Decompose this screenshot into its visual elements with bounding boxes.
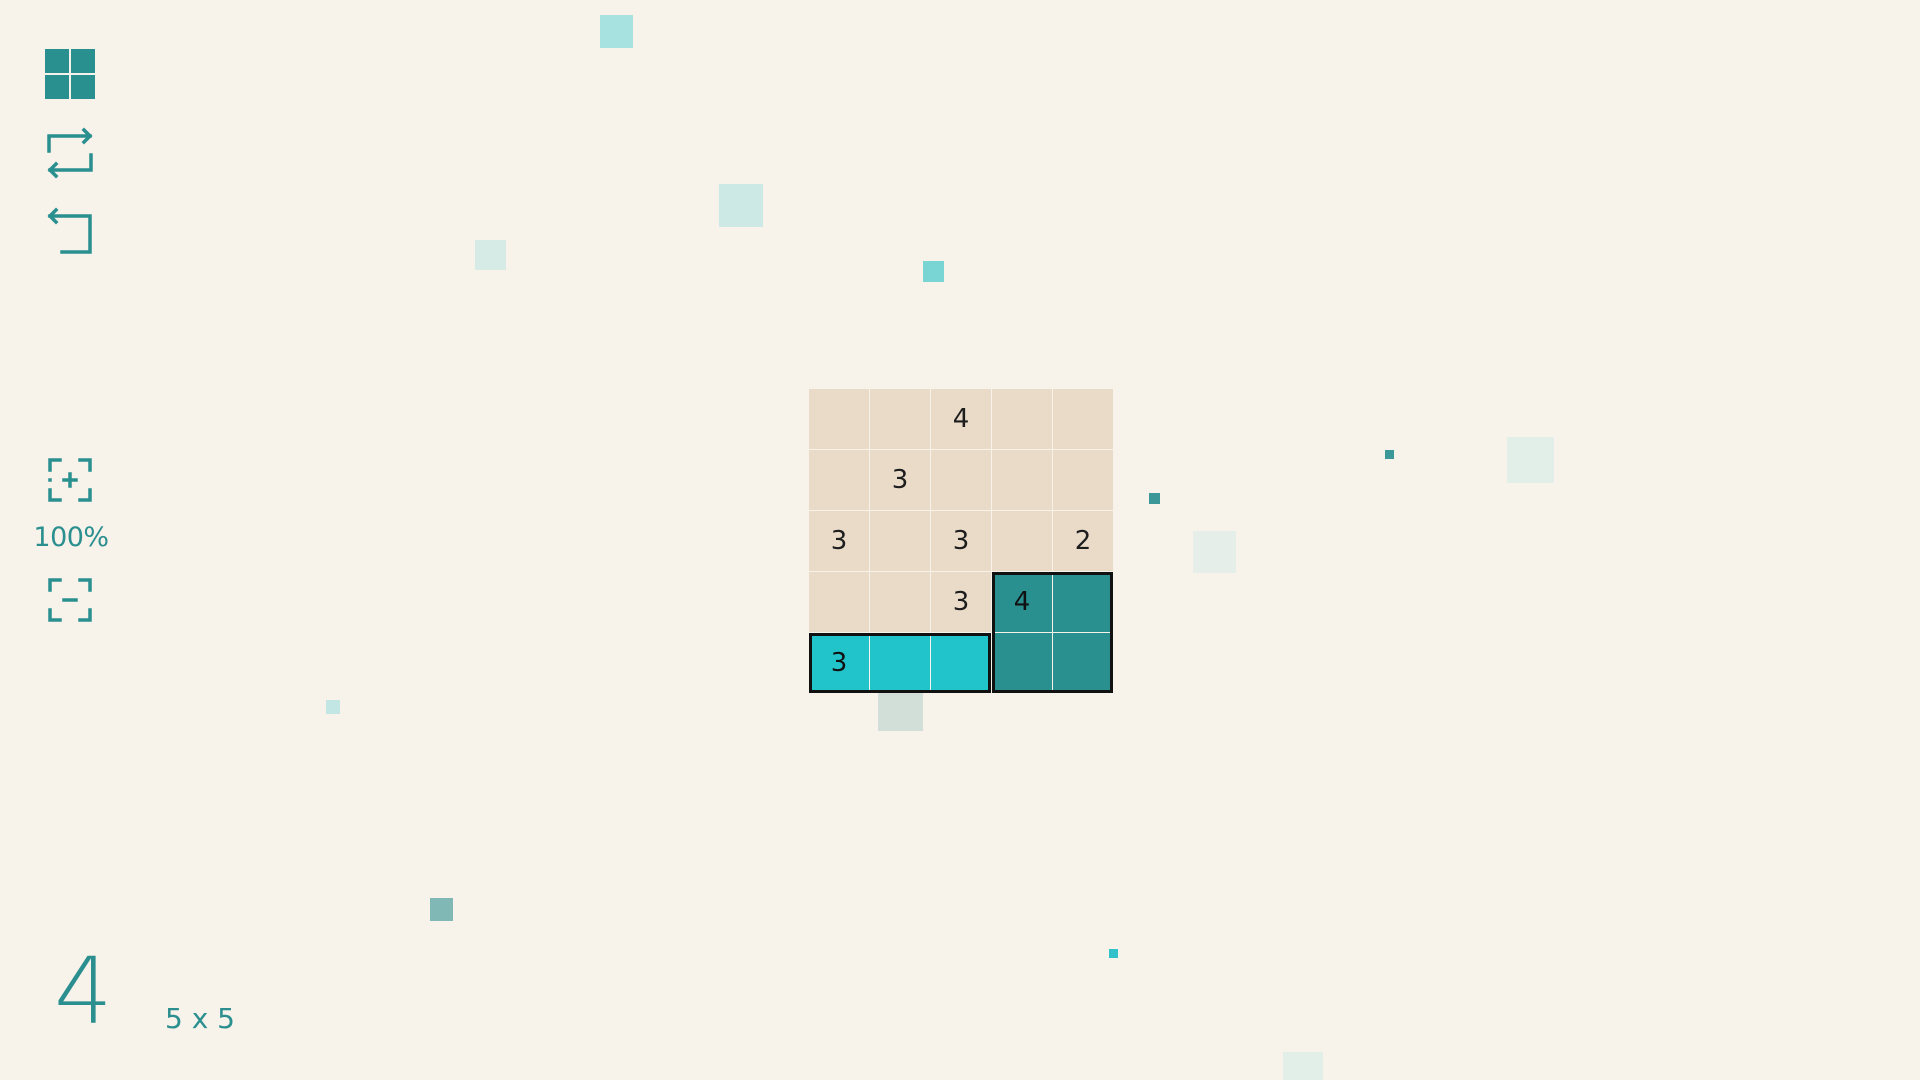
decor-square [600, 15, 633, 48]
grid-cell[interactable] [809, 389, 869, 449]
decor-square [719, 184, 763, 227]
zoom-level-label: 100% [33, 522, 109, 553]
undo-icon [47, 207, 92, 254]
grid-cell[interactable] [809, 450, 869, 510]
grid-cell[interactable] [870, 511, 930, 571]
grid-cell[interactable] [870, 633, 930, 693]
grid-cell[interactable] [992, 389, 1052, 449]
decor-square [1507, 437, 1554, 483]
restart-button[interactable] [42, 125, 98, 181]
level-number: 4 [54, 938, 113, 1045]
grid-cell[interactable]: 3 [870, 450, 930, 510]
decor-square [1193, 531, 1236, 573]
grid-cell[interactable]: 3 [931, 511, 991, 571]
decor-square [878, 690, 923, 731]
restart-icon [47, 127, 93, 179]
grid-cell[interactable] [992, 511, 1052, 571]
puzzle-board[interactable]: 43332343 [809, 389, 1113, 693]
grid-cell[interactable] [870, 389, 930, 449]
grid-cell[interactable]: 4 [931, 389, 991, 449]
grid-cell[interactable]: 3 [931, 572, 991, 632]
decor-square [1149, 493, 1160, 504]
decor-square [923, 261, 944, 282]
zoom-in-button[interactable] [42, 452, 98, 508]
grid-icon [45, 49, 95, 99]
zoom-out-button[interactable] [42, 572, 98, 628]
decor-square [326, 700, 340, 714]
decor-square [475, 240, 506, 270]
undo-button[interactable] [42, 204, 98, 260]
game-screen: 100% 4 5 x 5 43332343 [0, 0, 1920, 1080]
grid-cell[interactable]: 3 [809, 633, 869, 693]
grid-cell[interactable] [931, 450, 991, 510]
decor-square [430, 898, 453, 921]
grid-cell[interactable] [931, 633, 991, 693]
grid-cell[interactable]: 4 [992, 572, 1052, 632]
grid-cell[interactable] [1053, 450, 1113, 510]
grid-cell[interactable]: 3 [809, 511, 869, 571]
grid-cell[interactable] [992, 450, 1052, 510]
decor-square [1109, 949, 1118, 958]
grid-cell[interactable] [1053, 389, 1113, 449]
decor-square [1385, 450, 1394, 459]
grid-cell[interactable] [1053, 633, 1113, 693]
grid-cell[interactable] [992, 633, 1052, 693]
zoom-in-icon [48, 458, 92, 502]
grid-cell[interactable]: 2 [1053, 511, 1113, 571]
grid-cell[interactable] [1053, 572, 1113, 632]
level-size: 5 x 5 [165, 1002, 235, 1035]
grid-cell[interactable] [809, 572, 869, 632]
levels-button[interactable] [42, 46, 98, 102]
zoom-out-icon [48, 578, 92, 622]
grid-cell[interactable] [870, 572, 930, 632]
decor-square [1283, 1052, 1323, 1080]
